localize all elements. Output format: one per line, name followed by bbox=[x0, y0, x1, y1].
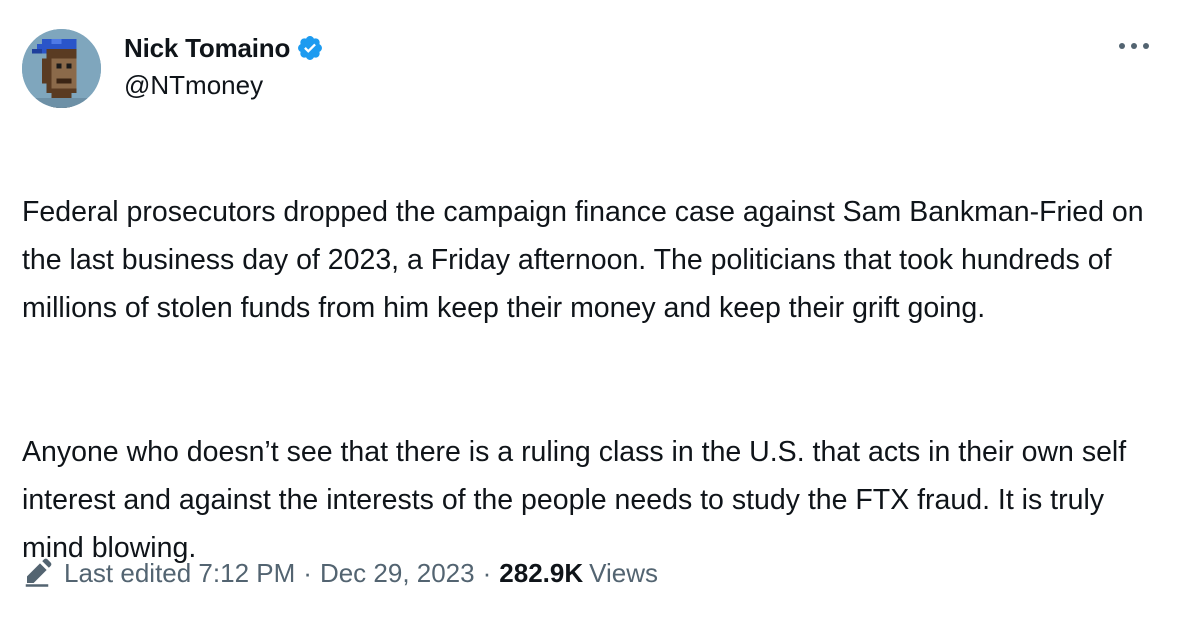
tweet-paragraph-1: Federal prosecutors dropped the campaign… bbox=[22, 196, 1144, 324]
author-block: Nick Tomaino @NTmoney bbox=[124, 30, 324, 101]
views-label: Views bbox=[589, 557, 659, 588]
more-options-button[interactable] bbox=[1114, 30, 1154, 62]
pixel-ape-avatar-icon bbox=[22, 29, 101, 108]
display-name[interactable]: Nick Tomaino bbox=[124, 33, 290, 64]
tweet-paragraph-2: Anyone who doesn’t see that there is a r… bbox=[22, 436, 1127, 564]
verified-badge-icon[interactable] bbox=[296, 34, 324, 62]
tweet-text: Federal prosecutors dropped the campaign… bbox=[22, 140, 1162, 620]
user-handle[interactable]: @NTmoney bbox=[124, 70, 324, 101]
avatar[interactable] bbox=[22, 29, 101, 108]
name-row: Nick Tomaino bbox=[124, 30, 324, 66]
more-dots-icon bbox=[1119, 43, 1149, 49]
meta-separator: · bbox=[303, 557, 312, 588]
tweet-card: Nick Tomaino @NTmoney Federal prosecutor… bbox=[0, 0, 1178, 610]
meta-separator: · bbox=[482, 557, 492, 588]
pencil-icon bbox=[22, 558, 52, 588]
last-edited-link[interactable]: Last edited 7:12 PM bbox=[64, 558, 295, 589]
tweet-meta: Last edited 7:12 PM · Dec 29, 2023 · 282… bbox=[22, 553, 658, 593]
tweet-date[interactable]: Dec 29, 2023 bbox=[320, 558, 475, 589]
views-count: 282.9K bbox=[499, 557, 584, 588]
